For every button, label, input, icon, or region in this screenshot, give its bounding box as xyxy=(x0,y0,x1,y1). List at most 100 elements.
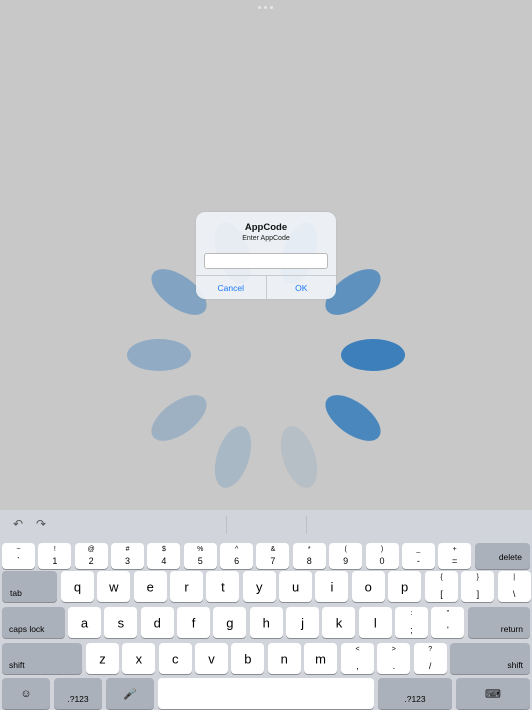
key-y[interactable]: y xyxy=(242,571,276,602)
caps-lock-key[interactable]: caps lock xyxy=(2,607,65,638)
key-s[interactable]: s xyxy=(104,607,138,638)
key-label: x xyxy=(135,651,143,666)
key-bracket-0[interactable]: {[ xyxy=(425,571,458,602)
key-shift-label: ( xyxy=(344,546,347,553)
key-u[interactable]: u xyxy=(279,571,313,602)
key-m[interactable]: m xyxy=(304,643,338,674)
key-13[interactable]: + = xyxy=(438,543,472,569)
key-label: 9 xyxy=(343,556,349,566)
alert-title: AppCode xyxy=(244,222,288,233)
key-shift-label: % xyxy=(197,546,204,553)
left-shift-key[interactable]: shift xyxy=(2,643,82,674)
key-label: q xyxy=(73,579,82,594)
key-sym-2[interactable]: ? / xyxy=(413,643,447,674)
key-2[interactable]: ! 1 xyxy=(38,543,72,569)
key-label: delete xyxy=(498,552,522,562)
key-i[interactable]: i xyxy=(315,571,349,602)
key-label: g xyxy=(226,615,234,630)
key-shift-label: < xyxy=(355,646,360,653)
key-p[interactable]: p xyxy=(388,571,422,602)
tab-key[interactable]: tab xyxy=(2,571,57,602)
key-h[interactable]: h xyxy=(249,607,283,638)
key-b[interactable]: b xyxy=(231,643,265,674)
appcode-input[interactable] xyxy=(204,253,328,269)
cancel-button[interactable]: Cancel xyxy=(196,276,266,299)
right-shift-key[interactable]: shift xyxy=(450,643,530,674)
key-k[interactable]: k xyxy=(322,607,356,638)
key-6[interactable]: % 5 xyxy=(183,543,217,569)
key-sym-0[interactable]: <, xyxy=(341,643,374,674)
key-label: 3 xyxy=(125,556,131,566)
key-shift-label: > xyxy=(391,646,396,653)
numbers-key[interactable]: .?123 xyxy=(54,678,102,709)
return-key[interactable]: return xyxy=(468,607,530,638)
key-shift-label: * xyxy=(307,546,311,553)
key-1[interactable]: ~ ` xyxy=(2,543,35,569)
key-o[interactable]: o xyxy=(351,571,385,602)
key-label: .?123 xyxy=(67,694,89,704)
key-z[interactable]: z xyxy=(86,643,119,674)
key-11[interactable]: ) 0 xyxy=(365,543,399,569)
key-9[interactable]: * 8 xyxy=(292,543,326,569)
key-shift-label: ~ xyxy=(16,546,21,553)
undo-icon[interactable]: ↶ xyxy=(11,517,25,531)
key-shift-label: { xyxy=(440,574,443,581)
key-label: ` xyxy=(17,556,20,566)
key-v[interactable]: v xyxy=(195,643,229,674)
key-label: d xyxy=(153,615,161,630)
key-punct-0[interactable]: :; xyxy=(395,607,428,638)
ok-button[interactable]: OK xyxy=(265,276,337,299)
dismiss-keyboard-key[interactable]: ⌨ xyxy=(456,678,530,709)
key-bracket-2[interactable]: | \ xyxy=(497,571,531,602)
key-l[interactable]: l xyxy=(358,607,392,638)
key-n[interactable]: n xyxy=(267,643,301,674)
key-bracket-1[interactable]: }] xyxy=(461,571,495,602)
key-label: 0 xyxy=(379,556,385,566)
key-label: e xyxy=(146,579,154,594)
key-t[interactable]: t xyxy=(206,571,240,602)
key-q[interactable]: q xyxy=(61,571,94,602)
key-label: c xyxy=(171,651,179,666)
key-3[interactable]: @2 xyxy=(74,543,108,569)
key-label: shift xyxy=(507,660,523,670)
spinner-petal xyxy=(127,339,191,371)
key-7[interactable]: ^ 6 xyxy=(220,543,254,569)
key-label: n xyxy=(280,651,288,666)
space-bar[interactable] xyxy=(158,678,374,709)
key-punct-1[interactable]: " ' xyxy=(431,607,465,638)
key-10[interactable]: (9 xyxy=(329,543,363,569)
key-shift-label: # xyxy=(125,546,130,553)
key-label: v xyxy=(208,651,215,666)
key-8[interactable]: & 7 xyxy=(256,543,290,569)
key-shift-label: $ xyxy=(161,546,166,553)
key-label: . xyxy=(392,661,396,671)
key-w[interactable]: w xyxy=(97,571,131,602)
key-4[interactable]: #3 xyxy=(111,543,145,569)
key-5[interactable]: $4 xyxy=(147,543,181,569)
key-shift-label: " xyxy=(446,610,450,617)
key-x[interactable]: x xyxy=(122,643,156,674)
key-g[interactable]: g xyxy=(213,607,247,638)
microphone-icon: 🎤 xyxy=(123,688,137,700)
key-r[interactable]: r xyxy=(170,571,204,602)
key-c[interactable]: c xyxy=(158,643,192,674)
key-label: u xyxy=(291,579,300,594)
key-j[interactable]: j xyxy=(286,607,320,638)
numbers-key-right[interactable]: .?123 xyxy=(378,678,452,709)
key-shift-label: @ xyxy=(87,546,95,553)
redo-icon[interactable]: ↷ xyxy=(34,517,48,531)
key-e[interactable]: e xyxy=(133,571,167,602)
key-label: y xyxy=(256,579,263,594)
key-a[interactable]: a xyxy=(68,607,101,638)
key-label: p xyxy=(401,579,409,594)
spinner-petal xyxy=(144,386,215,450)
key-d[interactable]: d xyxy=(140,607,174,638)
key-label: = xyxy=(452,556,458,566)
key-12[interactable]: _ - xyxy=(401,543,435,569)
delete-key[interactable]: delete xyxy=(475,543,530,569)
key-sym-1[interactable]: >. xyxy=(377,643,411,674)
key-label: 4 xyxy=(161,556,167,566)
emoji-key[interactable]: ☺ xyxy=(2,678,50,709)
key-f[interactable]: f xyxy=(177,607,211,638)
dictation-key[interactable]: 🎤 xyxy=(106,678,154,709)
